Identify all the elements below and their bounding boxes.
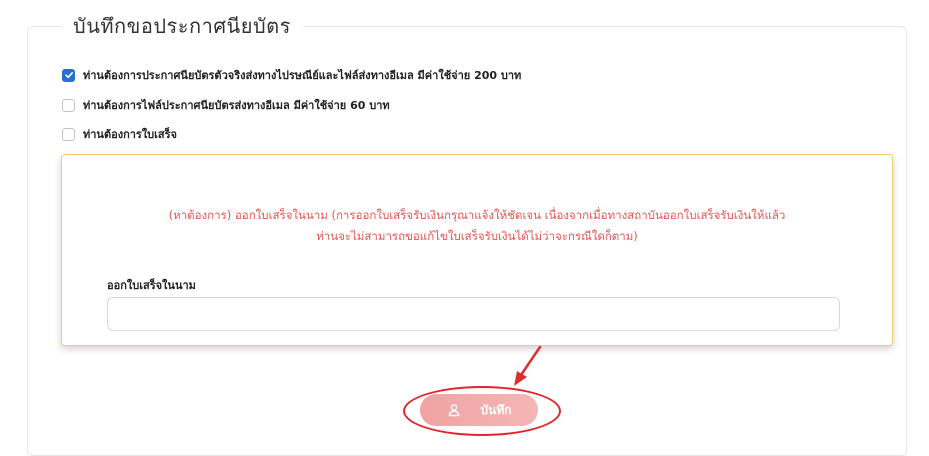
checkbox-icon[interactable] (62, 127, 75, 141)
option-original-certificate[interactable]: ท่านต้องการประกาศนียบัตรตัวจริงส่งทางไปร… (62, 66, 521, 84)
receipt-notice: (หาต้องการ) ออกใบเสร็จในนาม (การออกใบเสร… (82, 205, 872, 247)
receipt-notice-line1: (หาต้องการ) ออกใบเสร็จในนาม (การออกใบเสร… (168, 208, 786, 222)
checkbox-checked-icon[interactable] (62, 68, 75, 82)
user-icon (448, 404, 459, 417)
receipt-notice-line2: ท่านจะไม่สามารถขอแก้ไขใบเสร็จรับเงินได้ไ… (316, 229, 638, 243)
option-label: ท่านต้องการไฟล์ประกาศนียบัตรส่งทางอีเมล … (83, 99, 390, 112)
option-label: ท่านต้องการใบเสร็จ (83, 128, 177, 141)
receipt-name-label: ออกใบเสร็จในนาม (107, 279, 196, 292)
save-button[interactable]: บันทึก (420, 394, 538, 426)
option-certificate-file[interactable]: ท่านต้องการไฟล์ประกาศนียบัตรส่งทางอีเมล … (62, 96, 390, 114)
checkbox-icon[interactable] (62, 98, 75, 112)
option-label: ท่านต้องการประกาศนียบัตรตัวจริงส่งทางไปร… (83, 69, 522, 82)
save-button-label: บันทึก (480, 402, 512, 417)
option-receipt[interactable]: ท่านต้องการใบเสร็จ (62, 125, 177, 143)
receipt-name-input[interactable] (107, 297, 840, 331)
receipt-panel: (หาต้องการ) ออกใบเสร็จในนาม (การออกใบเสร… (61, 154, 893, 346)
section-title: บันทึกขอประกาศนียบัตร (61, 10, 303, 42)
